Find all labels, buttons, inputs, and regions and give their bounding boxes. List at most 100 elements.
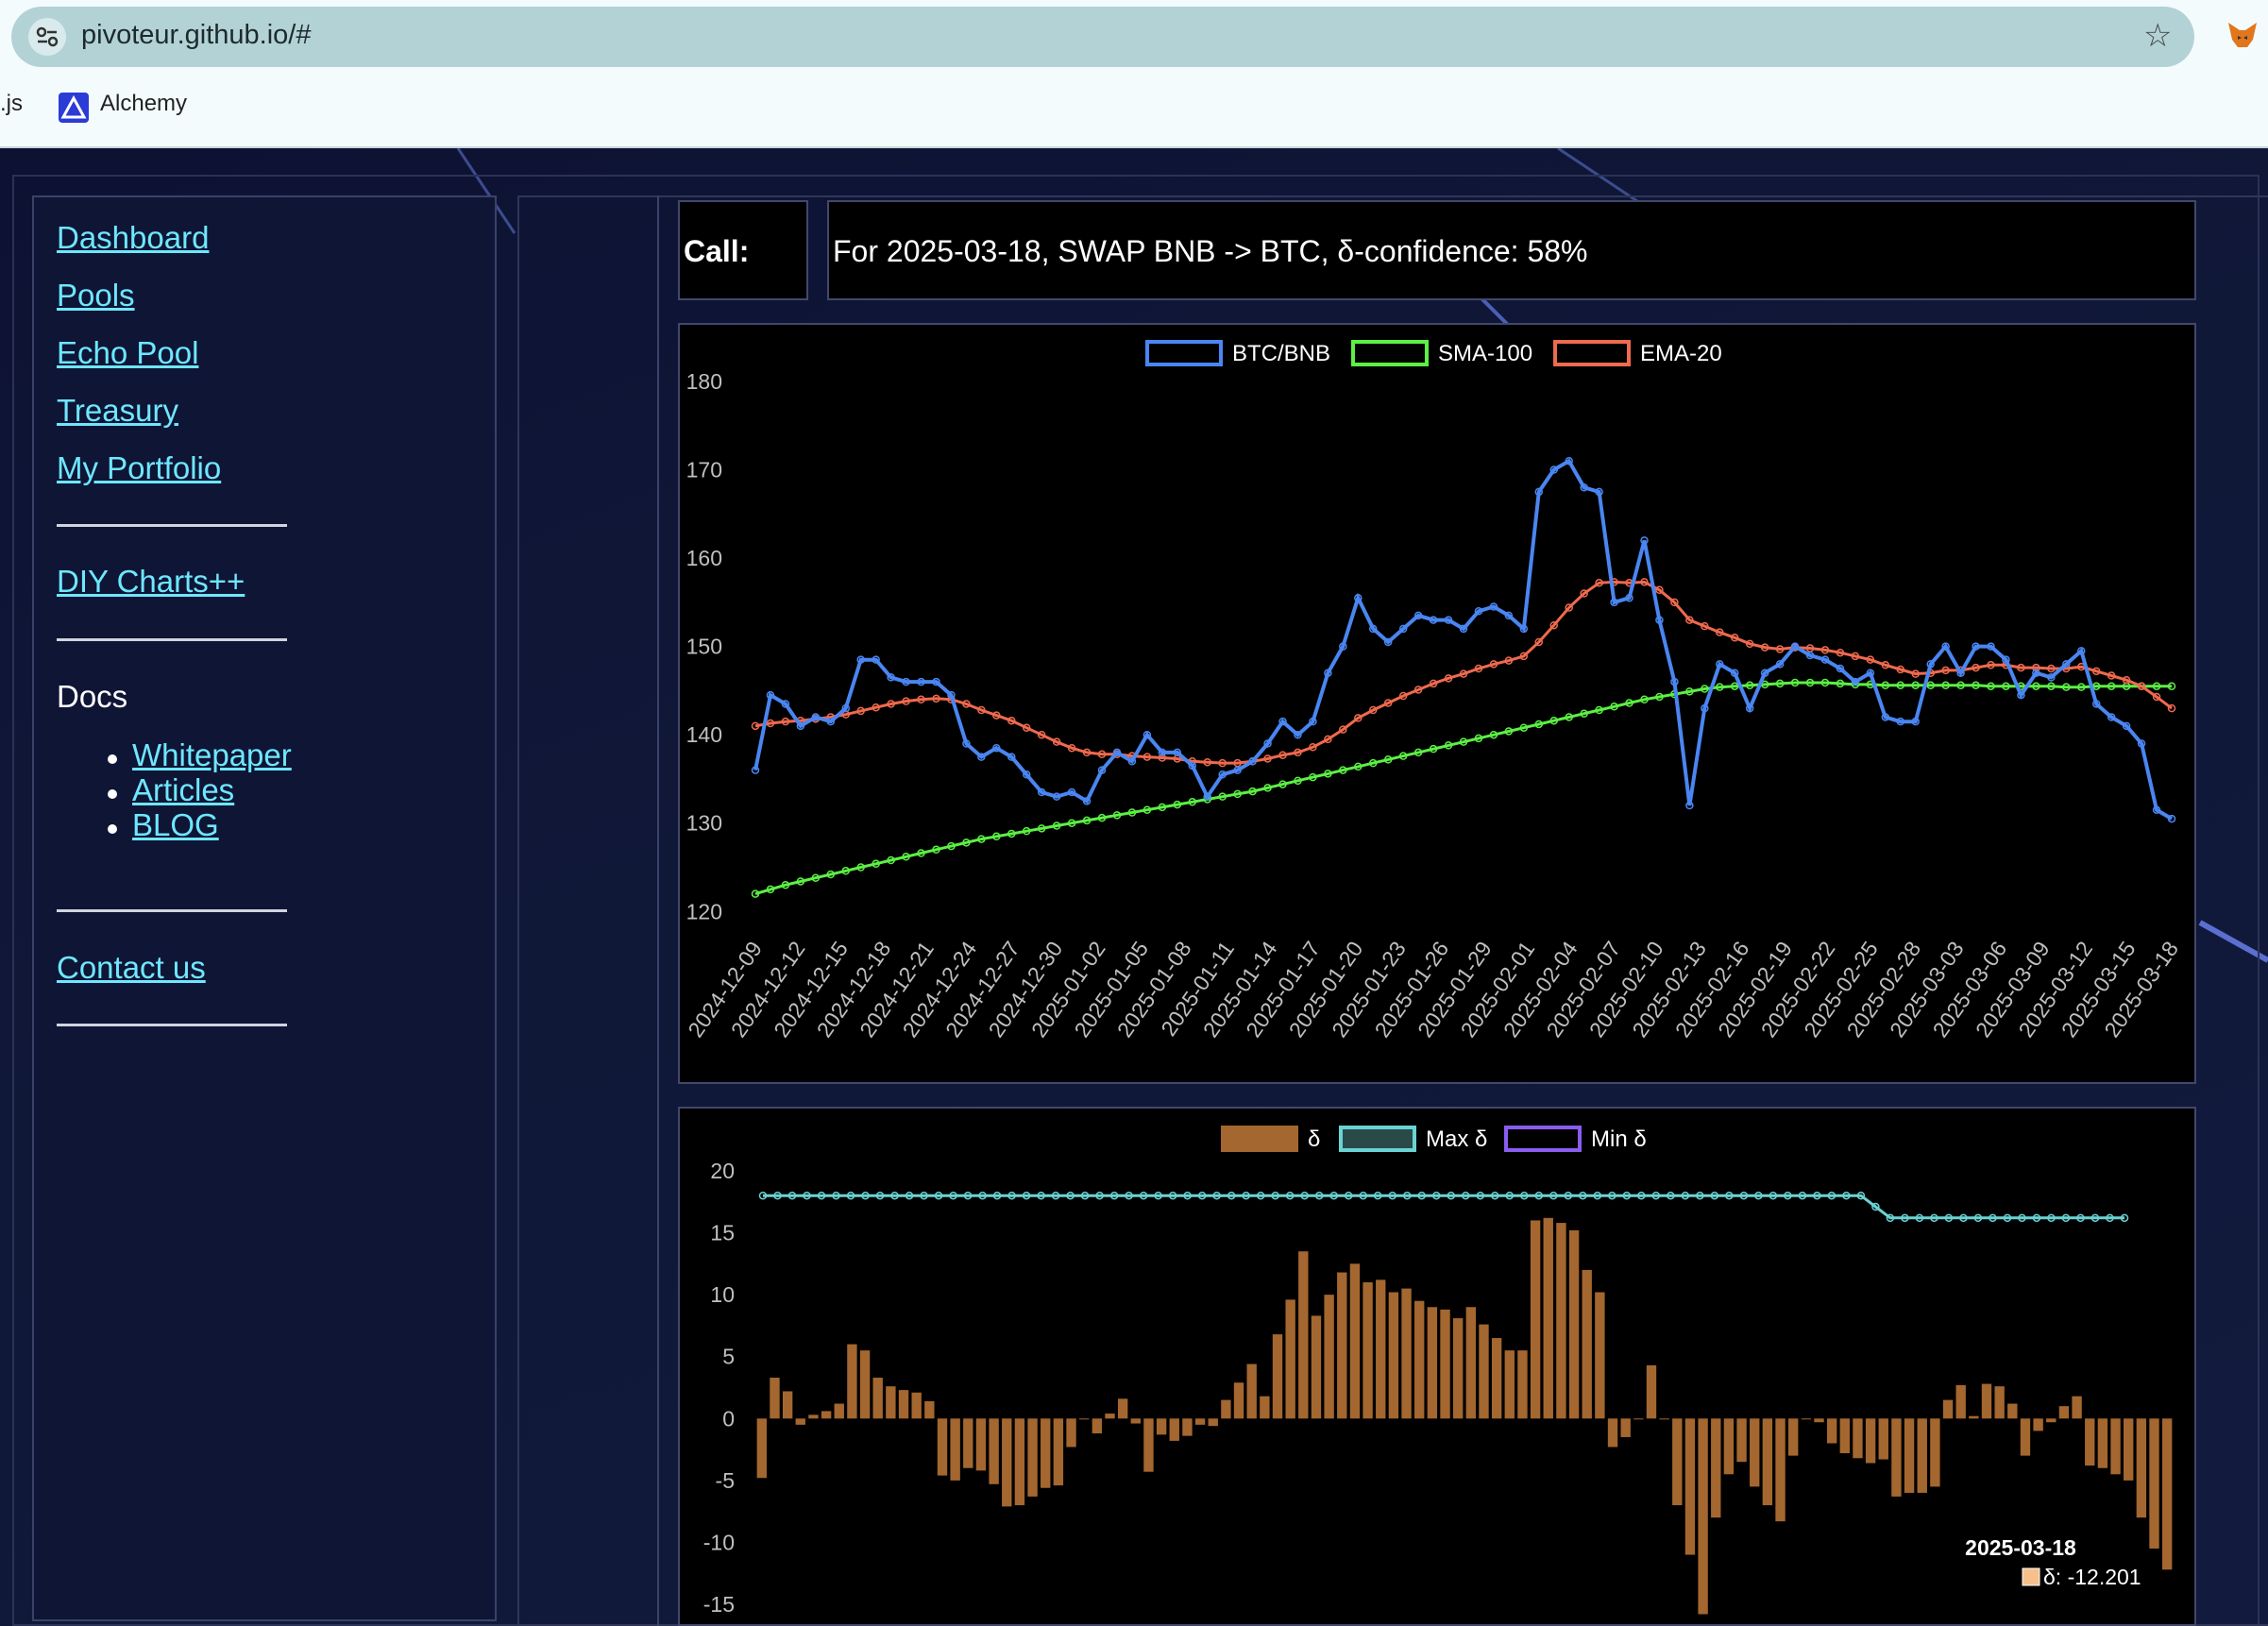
nav-whitepaper[interactable]: Whitepaper xyxy=(132,737,292,773)
bookmark-star-icon[interactable]: ☆ xyxy=(2143,20,2172,52)
delta-bar xyxy=(1194,1418,1206,1425)
delta-bar xyxy=(1440,1309,1450,1419)
delta-bar xyxy=(1826,1418,1837,1444)
delta-bar xyxy=(963,1418,973,1468)
delta-bar xyxy=(1027,1418,1038,1497)
tooltip-label: δ: -12.201 xyxy=(2043,1565,2141,1589)
delta-bar xyxy=(2085,1418,2095,1466)
delta-bar xyxy=(1053,1418,1064,1486)
delta-bar xyxy=(2097,1418,2108,1468)
delta-bar xyxy=(1337,1272,1347,1419)
delta-bar xyxy=(1517,1350,1528,1419)
delta-bar xyxy=(1568,1229,1580,1419)
bookmarks-bar: .js Alchemy xyxy=(0,85,2268,127)
nav-articles[interactable]: Articles xyxy=(132,772,234,808)
nav-echo-pool[interactable]: Echo Pool xyxy=(57,335,198,371)
delta-bar xyxy=(1788,1418,1799,1456)
y-tick-label: 5 xyxy=(722,1345,735,1369)
delta-bar xyxy=(1684,1418,1696,1555)
nav-blog[interactable]: BLOG xyxy=(132,807,219,843)
delta-bar xyxy=(1324,1295,1334,1419)
y-tick-label: 170 xyxy=(686,458,722,483)
y-tick-label: -10 xyxy=(703,1530,735,1554)
delta-bar xyxy=(1260,1396,1270,1419)
delta-bar xyxy=(1620,1418,1631,1437)
delta-chart-canvas[interactable]: 20 15 10 5 0 -5 -10 -15 δ Max δ Min δ 2025-03-18 δ: … xyxy=(680,1109,2194,1624)
series-line-btc-bnb xyxy=(753,458,2174,821)
delta-bar xyxy=(1182,1418,1193,1436)
delta-bar xyxy=(756,1418,768,1479)
delta-bar xyxy=(1878,1418,1888,1460)
price-chart-canvas[interactable]: 1201301401501601701802024-12-092024-12-1… xyxy=(680,325,2194,1082)
delta-bar xyxy=(1169,1418,1179,1441)
address-bar[interactable]: pivoteur.github.io/# ☆ xyxy=(11,7,2194,67)
legend-label: Max δ xyxy=(1426,1126,1487,1152)
delta-bar xyxy=(1981,1383,1992,1419)
delta-bar xyxy=(1711,1418,1721,1518)
delta-bar xyxy=(1672,1418,1683,1506)
delta-bar xyxy=(1865,1418,1876,1464)
legend-label: SMA-100 xyxy=(1438,341,1532,366)
url-text[interactable]: pivoteur.github.io/# xyxy=(81,20,311,51)
delta-bar xyxy=(1698,1418,1708,1615)
delta-bar xyxy=(1041,1418,1051,1488)
delta-bar xyxy=(1801,1418,1812,1420)
nav-pools[interactable]: Pools xyxy=(57,278,135,313)
delta-bar xyxy=(808,1414,819,1419)
delta-bar xyxy=(1388,1292,1399,1419)
metamask-fox-icon[interactable] xyxy=(2226,19,2259,51)
delta-bar xyxy=(1659,1418,1669,1420)
delta-bar xyxy=(911,1392,922,1419)
delta-bar xyxy=(1117,1398,1128,1419)
delta-bar xyxy=(1272,1334,1283,1419)
price-chart[interactable]: 120 130 140 150 160 170 180 2024-12-09 2024-12-1… xyxy=(678,323,2196,1084)
legend-swatch xyxy=(1339,1126,1416,1152)
delta-bar xyxy=(1723,1418,1735,1475)
nav-treasury[interactable]: Treasury xyxy=(57,393,178,429)
site-settings-icon[interactable] xyxy=(28,18,66,56)
y-tick-label: 120 xyxy=(686,899,722,923)
delta-bar xyxy=(2161,1418,2173,1570)
divider xyxy=(57,638,287,641)
delta-bar xyxy=(1362,1282,1373,1419)
delta-bar xyxy=(1607,1418,1618,1448)
nav-my-portfolio[interactable]: My Portfolio xyxy=(57,450,221,486)
bullet xyxy=(108,789,117,799)
delta-bar xyxy=(1891,1418,1902,1497)
delta-bar xyxy=(1955,1384,1966,1419)
call-text-box: For 2025-03-18, SWAP BNB -> BTC, δ-confi… xyxy=(827,200,2196,300)
nav-contact-us[interactable]: Contact us xyxy=(57,950,206,986)
delta-bar xyxy=(2046,1418,2056,1423)
call-label: Call: xyxy=(684,234,750,268)
delta-bar xyxy=(937,1418,948,1476)
delta-bar xyxy=(1582,1269,1592,1419)
delta-bar xyxy=(1092,1418,1103,1434)
y-tick-label: 15 xyxy=(710,1221,735,1245)
nav-dashboard[interactable]: Dashboard xyxy=(57,220,209,256)
bookmark-js[interactable]: .js xyxy=(0,91,23,117)
delta-bar xyxy=(1530,1220,1541,1419)
delta-bar xyxy=(2124,1418,2134,1481)
delta-bar xyxy=(1504,1350,1515,1419)
y-tick-label: -15 xyxy=(703,1592,735,1617)
delta-bar xyxy=(1930,1418,1940,1487)
sidebar: Dashboard Pools Echo Pool Treasury My Po… xyxy=(32,195,497,1621)
delta-bar xyxy=(1904,1418,1915,1493)
delta-chart[interactable]: 20 15 10 5 0 -5 -10 -15 δ Max δ Min δ 2025-03-18 δ: … xyxy=(678,1107,2196,1626)
delta-bar xyxy=(1427,1307,1438,1419)
y-tick-label: 150 xyxy=(686,635,722,659)
delta-bar xyxy=(1156,1418,1167,1435)
call-text: For 2025-03-18, SWAP BNB -> BTC, δ-confi… xyxy=(833,234,1588,268)
delta-bar xyxy=(1994,1386,2005,1419)
divider xyxy=(57,1024,287,1026)
delta-bar xyxy=(1479,1324,1489,1419)
y-tick-label: 20 xyxy=(710,1159,735,1183)
delta-bar xyxy=(1221,1399,1231,1419)
delta-bar xyxy=(1414,1300,1425,1419)
delta-bar xyxy=(2007,1403,2018,1419)
bookmark-alchemy[interactable]: Alchemy xyxy=(100,91,187,117)
tooltip-title: 2025-03-18 xyxy=(1965,1535,2076,1560)
nav-diy-charts[interactable]: DIY Charts++ xyxy=(57,564,245,600)
bullet xyxy=(108,824,117,834)
legend-swatch xyxy=(1145,340,1223,366)
